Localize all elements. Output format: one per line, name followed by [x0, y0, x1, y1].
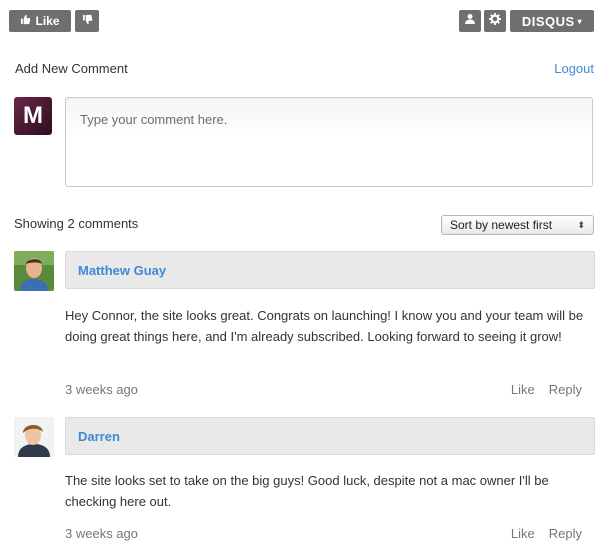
comment-author[interactable]: Matthew Guay	[78, 263, 166, 278]
comment-input[interactable]: Type your comment here.	[65, 97, 593, 187]
sort-label: Sort by newest first	[450, 218, 553, 232]
dislike-button[interactable]	[75, 10, 99, 32]
settings-button[interactable]	[484, 10, 506, 32]
comment-body: The site looks set to take on the big gu…	[65, 473, 549, 509]
caret-down-icon: ▾	[577, 16, 583, 26]
comment-actions: Like Reply	[511, 382, 582, 397]
disqus-label: DISQUS	[521, 13, 575, 29]
comment-like-link[interactable]: Like	[511, 382, 535, 397]
comment-reply-link[interactable]: Reply	[549, 382, 582, 397]
comment-timestamp[interactable]: 3 weeks ago	[65, 382, 138, 397]
user-icon	[464, 12, 476, 30]
comment-placeholder: Type your comment here.	[80, 112, 228, 127]
avatar[interactable]	[14, 251, 54, 291]
gear-icon	[489, 12, 501, 30]
add-comment-title: Add New Comment	[15, 61, 128, 76]
avatar-letter: M	[23, 102, 43, 129]
profile-button[interactable]	[459, 10, 481, 32]
comment-header: Matthew Guay	[65, 251, 595, 289]
like-button[interactable]: Like	[9, 10, 71, 32]
thumbs-up-icon	[20, 14, 31, 28]
select-arrows-icon: ⬍	[577, 219, 585, 230]
like-label: Like	[35, 14, 60, 28]
thumbs-down-icon	[82, 12, 93, 30]
avatar[interactable]	[14, 417, 54, 457]
avatar: M	[14, 97, 52, 135]
disqus-menu-button[interactable]: DISQUS ▾	[510, 10, 594, 32]
comment-header: Darren	[65, 417, 595, 455]
logout-link[interactable]: Logout	[554, 61, 594, 76]
comment-body: Hey Connor, the site looks great. Congra…	[65, 308, 584, 344]
comment-author[interactable]: Darren	[78, 429, 120, 444]
comment-count: Showing 2 comments	[14, 216, 139, 231]
sort-select[interactable]: Sort by newest first ⬍	[441, 215, 594, 235]
